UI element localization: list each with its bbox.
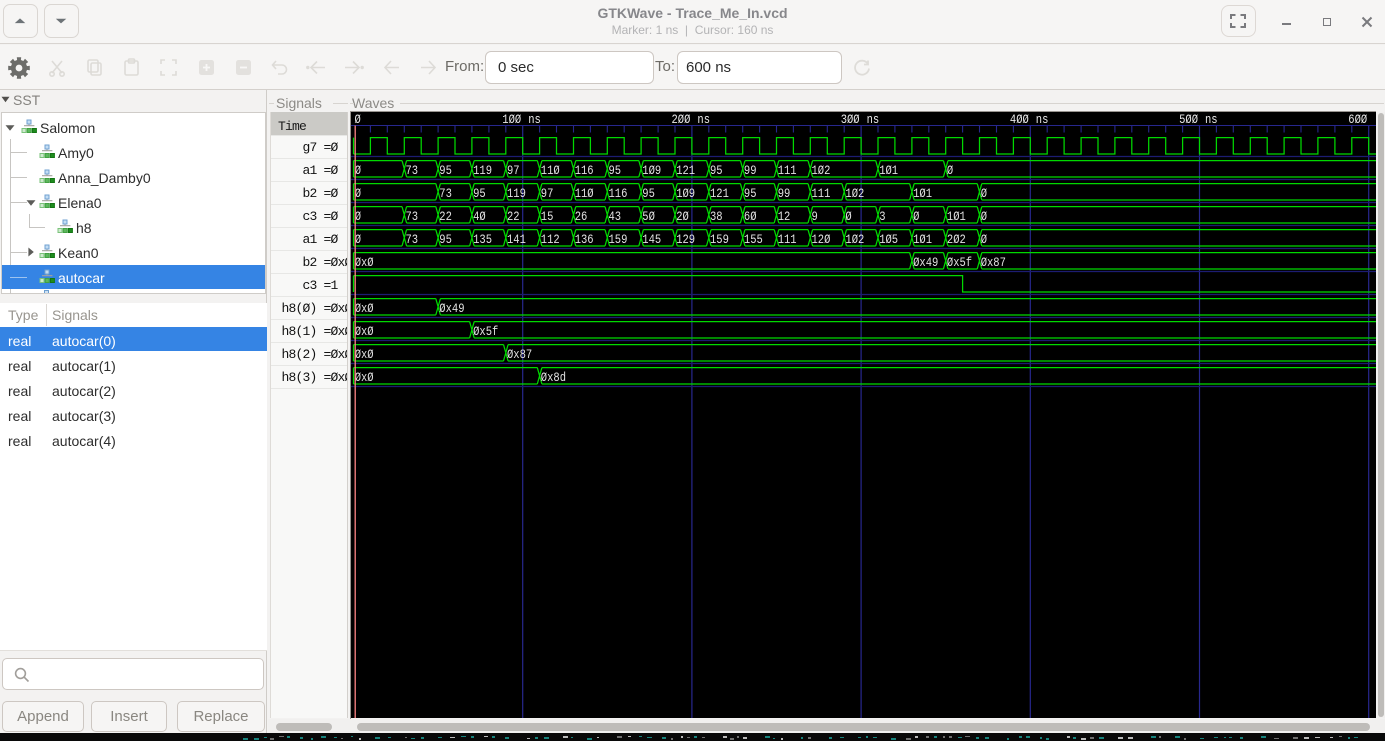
svg-text:Ø: Ø: [355, 112, 361, 127]
svg-text:Ø: Ø: [981, 186, 987, 201]
svg-text:159: 159: [710, 232, 729, 247]
svg-text:11Ø: 11Ø: [575, 186, 594, 201]
svg-text:1ØØ: 1ØØ: [502, 112, 521, 127]
svg-text:136: 136: [575, 232, 594, 247]
svg-text:95: 95: [744, 186, 757, 201]
svg-text:Ø: Ø: [981, 232, 987, 247]
svg-text:Øx49: Øx49: [913, 255, 938, 270]
svg-text:1Ø1: 1Ø1: [913, 232, 932, 247]
svg-text:155: 155: [744, 232, 763, 247]
svg-text:ØxØ: ØxØ: [355, 370, 374, 385]
svg-text:22: 22: [439, 209, 452, 224]
svg-text:95: 95: [473, 186, 486, 201]
svg-text:15: 15: [541, 209, 554, 224]
svg-text:97: 97: [541, 186, 554, 201]
svg-text:Ø: Ø: [913, 209, 919, 224]
svg-text:22: 22: [507, 209, 520, 224]
svg-text:1Ø1: 1Ø1: [913, 186, 932, 201]
svg-text:1Ø9: 1Ø9: [642, 163, 661, 178]
svg-text:121: 121: [676, 163, 695, 178]
svg-text:11Ø: 11Ø: [541, 163, 560, 178]
svg-text:145: 145: [642, 232, 661, 247]
svg-text:99: 99: [744, 163, 757, 178]
svg-text:Øx87: Øx87: [507, 347, 532, 362]
svg-text:73: 73: [406, 209, 419, 224]
svg-text:116: 116: [575, 163, 594, 178]
svg-text:ØxØ: ØxØ: [355, 301, 374, 316]
svg-text:1Ø9: 1Ø9: [676, 186, 695, 201]
svg-text:Øx8d: Øx8d: [541, 370, 566, 385]
svg-text:159: 159: [609, 232, 628, 247]
svg-text:121: 121: [710, 186, 729, 201]
svg-text:119: 119: [507, 186, 526, 201]
svg-text:95: 95: [439, 163, 452, 178]
svg-text:111: 111: [778, 163, 797, 178]
svg-text:38: 38: [710, 209, 723, 224]
svg-text:ns: ns: [1205, 112, 1218, 127]
svg-text:5ØØ: 5ØØ: [1179, 112, 1198, 127]
svg-text:112: 112: [541, 232, 560, 247]
svg-text:12Ø: 12Ø: [812, 232, 831, 247]
svg-text:ns: ns: [867, 112, 880, 127]
svg-text:6ØØ: 6ØØ: [1348, 112, 1367, 127]
svg-text:43: 43: [609, 209, 622, 224]
svg-text:ns: ns: [697, 112, 710, 127]
svg-text:1Ø2: 1Ø2: [845, 232, 864, 247]
svg-text:ns: ns: [1036, 112, 1049, 127]
svg-text:2Ø: 2Ø: [676, 209, 689, 224]
svg-text:73: 73: [406, 163, 419, 178]
svg-text:95: 95: [710, 163, 723, 178]
svg-text:99: 99: [778, 186, 791, 201]
svg-text:1Ø2: 1Ø2: [845, 186, 864, 201]
svg-text:ns: ns: [528, 112, 541, 127]
svg-text:ØxØ: ØxØ: [355, 255, 374, 270]
svg-text:1Ø1: 1Ø1: [879, 163, 898, 178]
svg-text:ØxØ: ØxØ: [355, 347, 374, 362]
svg-text:119: 119: [473, 163, 492, 178]
svg-text:Ø: Ø: [981, 209, 987, 224]
svg-text:3ØØ: 3ØØ: [841, 112, 860, 127]
svg-text:141: 141: [507, 232, 526, 247]
svg-text:95: 95: [439, 232, 452, 247]
svg-text:12: 12: [778, 209, 791, 224]
svg-text:Øx87: Øx87: [981, 255, 1006, 270]
svg-text:26: 26: [575, 209, 588, 224]
svg-text:2ØØ: 2ØØ: [672, 112, 691, 127]
svg-text:ØxØ: ØxØ: [355, 324, 374, 339]
svg-text:Øx49: Øx49: [439, 301, 464, 316]
svg-text:73: 73: [439, 186, 452, 201]
svg-text:1Ø2: 1Ø2: [812, 163, 831, 178]
svg-text:4ØØ: 4ØØ: [1010, 112, 1029, 127]
svg-text:97: 97: [507, 163, 520, 178]
svg-text:129: 129: [676, 232, 695, 247]
svg-text:95: 95: [609, 163, 622, 178]
svg-text:2Ø2: 2Ø2: [947, 232, 966, 247]
svg-text:Ø: Ø: [947, 163, 953, 178]
svg-text:Øx5f: Øx5f: [947, 255, 972, 270]
svg-text:6Ø: 6Ø: [744, 209, 757, 224]
svg-text:Ø: Ø: [845, 209, 851, 224]
svg-text:5Ø: 5Ø: [642, 209, 655, 224]
svg-text:Øx5f: Øx5f: [473, 324, 498, 339]
svg-text:111: 111: [812, 186, 831, 201]
svg-text:116: 116: [609, 186, 628, 201]
svg-text:135: 135: [473, 232, 492, 247]
svg-text:73: 73: [406, 232, 419, 247]
svg-text:1Ø5: 1Ø5: [879, 232, 898, 247]
svg-text:1Ø1: 1Ø1: [947, 209, 966, 224]
svg-text:111: 111: [778, 232, 797, 247]
svg-text:95: 95: [642, 186, 655, 201]
svg-text:9: 9: [812, 209, 818, 224]
svg-text:4Ø: 4Ø: [473, 209, 486, 224]
svg-text:3: 3: [879, 209, 885, 224]
